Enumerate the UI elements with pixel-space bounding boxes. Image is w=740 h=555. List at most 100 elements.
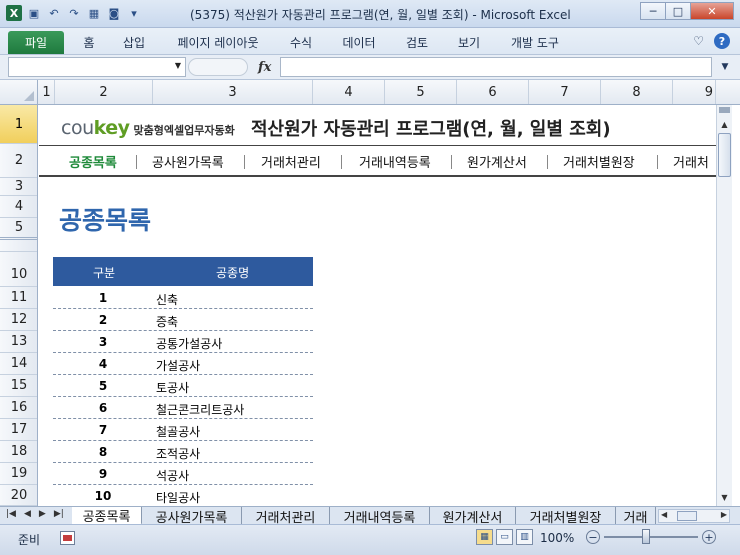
column-header[interactable]: 9: [673, 80, 716, 104]
nav-item-work-type-list[interactable]: 공종목록: [69, 152, 117, 171]
scroll-right-icon[interactable]: ▶: [721, 510, 727, 519]
tab-view[interactable]: 보기: [454, 32, 484, 52]
excel-app-icon[interactable]: X: [6, 5, 22, 21]
page-layout-view-icon[interactable]: ▭: [496, 529, 513, 545]
tab-page-layout[interactable]: 페이지 레이아웃: [170, 32, 266, 52]
tab-file[interactable]: 파일: [8, 31, 64, 54]
tab-data[interactable]: 데이터: [338, 32, 380, 52]
nav-item-client-ledger[interactable]: 거래처별원장: [563, 152, 635, 171]
tab-review[interactable]: 검토: [402, 32, 432, 52]
row-header[interactable]: 12: [0, 309, 37, 331]
row-header[interactable]: 11: [0, 287, 37, 309]
formula-input[interactable]: [280, 57, 712, 77]
tab-formulas[interactable]: 수식: [286, 32, 316, 52]
sheet-tab-work-type-list[interactable]: 공종목록: [72, 507, 142, 525]
customize-qat-icon[interactable]: ▾: [126, 5, 142, 21]
column-header[interactable]: 5: [385, 80, 457, 104]
row-header[interactable]: 3: [0, 178, 37, 196]
scroll-up-icon[interactable]: ▲: [717, 117, 732, 131]
table-row[interactable]: 7 철골공사: [53, 419, 313, 441]
row-header[interactable]: 4: [0, 196, 37, 218]
last-sheet-icon[interactable]: ▶|: [54, 509, 64, 519]
vertical-scrollbar[interactable]: ▲ ▼: [716, 105, 732, 506]
col-header-no: 구분: [93, 266, 116, 280]
row-header[interactable]: 15: [0, 375, 37, 397]
undo-icon[interactable]: ↶: [46, 5, 62, 21]
ribbon-collapse-icon[interactable]: ♡: [693, 34, 704, 48]
nav-item-cost-statement[interactable]: 원가계산서: [467, 152, 527, 171]
prev-sheet-icon[interactable]: ◀: [24, 509, 31, 519]
normal-view-icon[interactable]: ▦: [476, 529, 493, 545]
nav-item-transaction-entry[interactable]: 거래내역등록: [359, 152, 431, 171]
sheet-tab-cost-statement[interactable]: 원가계산서: [430, 507, 516, 525]
horizontal-scrollbar[interactable]: ◀ ▶: [658, 509, 730, 523]
table-row[interactable]: 10 타일공사: [53, 485, 313, 506]
zoom-out-icon[interactable]: −: [586, 530, 600, 544]
zoom-slider-track[interactable]: [604, 536, 698, 538]
zoom-in-icon[interactable]: +: [702, 530, 716, 544]
worksheet-grid[interactable]: cou key 맞춤형엑셀업무자동화 적산원가 자동관리 프로그램(연, 월, …: [39, 105, 716, 506]
column-header[interactable]: 4: [313, 80, 385, 104]
row-header[interactable]: 1: [0, 105, 37, 144]
expand-formula-bar-icon[interactable]: ▼: [718, 59, 732, 75]
camera-icon[interactable]: ◙: [106, 5, 122, 21]
minimize-button[interactable]: ─: [640, 2, 666, 20]
nav-item-client-management[interactable]: 거래처관리: [261, 152, 321, 171]
nav-item-client-more[interactable]: 거래처: [673, 152, 716, 171]
column-header[interactable]: 6: [457, 80, 529, 104]
row-header[interactable]: 10: [0, 252, 37, 287]
column-header[interactable]: 7: [529, 80, 601, 104]
column-header[interactable]: 3: [153, 80, 313, 104]
select-all-corner[interactable]: [0, 80, 38, 104]
zoom-level[interactable]: 100%: [540, 531, 574, 545]
table-row[interactable]: 1 신축: [53, 287, 313, 309]
close-button[interactable]: ✕: [690, 2, 734, 20]
maximize-button[interactable]: □: [665, 2, 691, 20]
table-row[interactable]: 8 조적공사: [53, 441, 313, 463]
column-header[interactable]: 8: [601, 80, 673, 104]
name-box[interactable]: ▼: [8, 57, 186, 77]
help-icon[interactable]: ?: [714, 33, 730, 49]
table-icon[interactable]: ▦: [86, 5, 102, 21]
row-header[interactable]: 16: [0, 397, 37, 419]
next-sheet-icon[interactable]: ▶: [39, 509, 46, 519]
tab-developer[interactable]: 개발 도구: [506, 32, 564, 52]
insert-function-icon[interactable]: fx: [258, 60, 271, 75]
tab-home[interactable]: 홈: [76, 32, 102, 52]
sheet-tab-transaction-entry[interactable]: 거래내역등록: [330, 507, 430, 525]
name-box-dropdown-icon[interactable]: ▼: [175, 61, 181, 70]
scroll-down-icon[interactable]: ▼: [717, 490, 732, 504]
row-header[interactable]: 17: [0, 419, 37, 441]
row-header[interactable]: 19: [0, 463, 37, 485]
macro-record-icon[interactable]: [60, 531, 75, 545]
sheet-tab-more[interactable]: 거래: [616, 507, 656, 525]
sheet-tab-construction-cost-list[interactable]: 공사원가목록: [142, 507, 242, 525]
split-handle[interactable]: [719, 107, 730, 113]
first-sheet-icon[interactable]: |◀: [6, 509, 16, 519]
sheet-tab-client-management[interactable]: 거래처관리: [242, 507, 330, 525]
table-row[interactable]: 9 석공사: [53, 463, 313, 485]
page-break-view-icon[interactable]: ▥: [516, 529, 533, 545]
vertical-scroll-thumb[interactable]: [718, 133, 731, 177]
row-header[interactable]: 14: [0, 353, 37, 375]
table-row[interactable]: 2 증축: [53, 309, 313, 331]
row-header[interactable]: 5: [0, 218, 37, 240]
horizontal-scroll-thumb[interactable]: [677, 511, 697, 521]
scroll-left-icon[interactable]: ◀: [661, 510, 667, 519]
row-header[interactable]: 20: [0, 485, 37, 506]
row-header[interactable]: 2: [0, 144, 37, 178]
table-row[interactable]: 6 철근콘크리트공사: [53, 397, 313, 419]
row-header[interactable]: 18: [0, 441, 37, 463]
table-row[interactable]: 4 가설공사: [53, 353, 313, 375]
sheet-tab-client-ledger[interactable]: 거래처별원장: [516, 507, 616, 525]
save-icon[interactable]: ▣: [26, 5, 42, 21]
table-row[interactable]: 3 공통가설공사: [53, 331, 313, 353]
zoom-slider-thumb[interactable]: [642, 529, 650, 544]
column-header[interactable]: 2: [55, 80, 153, 104]
tab-insert[interactable]: 삽입: [118, 32, 150, 52]
redo-icon[interactable]: ↷: [66, 5, 82, 21]
table-row[interactable]: 5 토공사: [53, 375, 313, 397]
nav-item-construction-cost-list[interactable]: 공사원가목록: [152, 152, 224, 171]
row-header[interactable]: 13: [0, 331, 37, 353]
column-header[interactable]: 1: [39, 80, 55, 104]
